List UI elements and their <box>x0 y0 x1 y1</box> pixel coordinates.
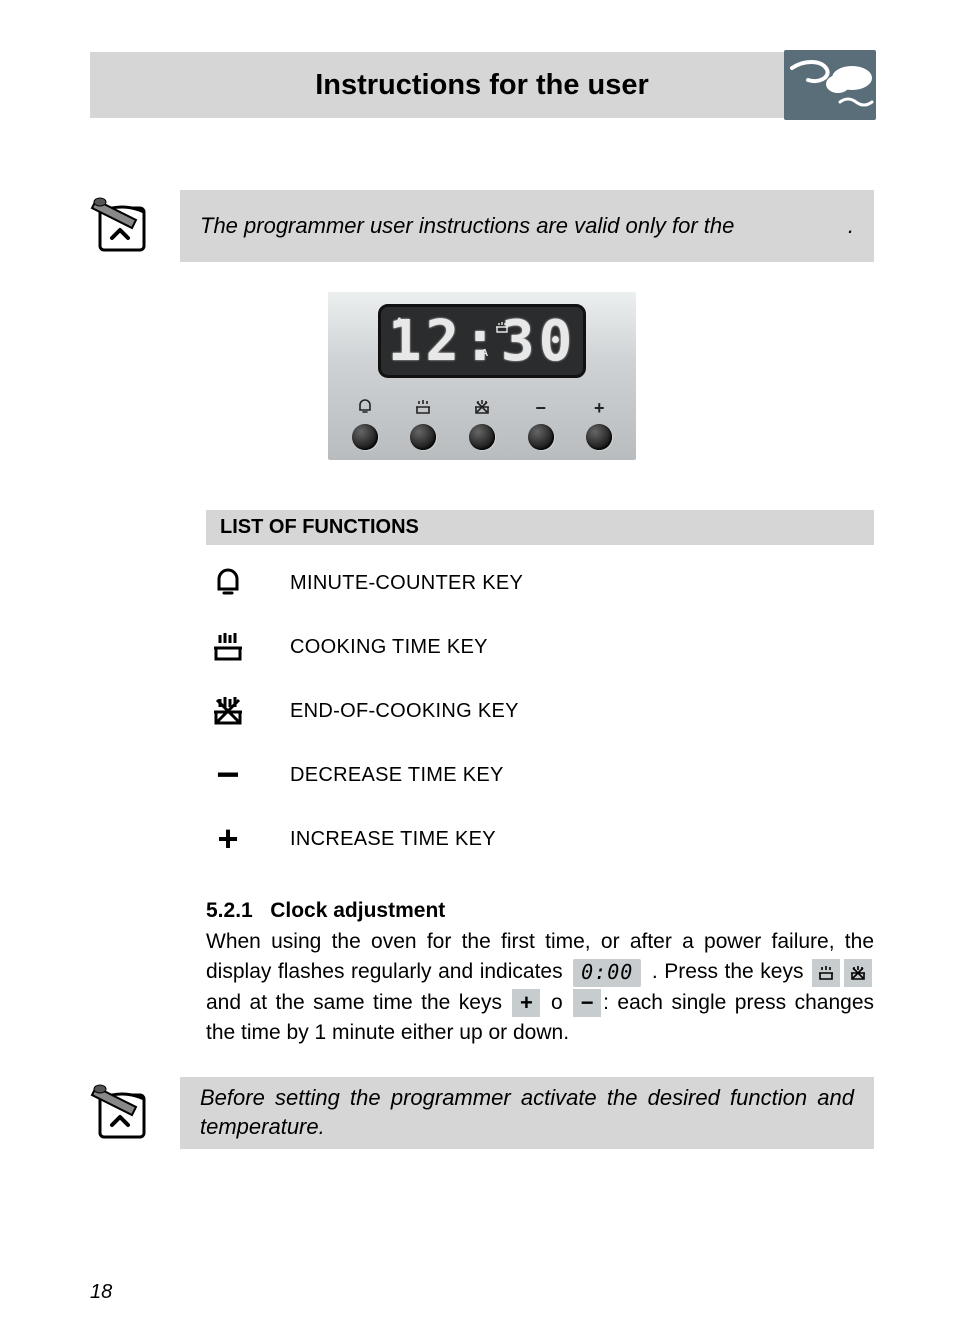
pot-icon <box>812 959 840 987</box>
note-icon <box>90 190 162 262</box>
decrease-button: − <box>519 398 563 450</box>
function-decrease-time: − DECREASE TIME KEY <box>206 755 874 795</box>
function-label: MINUTE-COUNTER KEY <box>290 572 523 595</box>
function-label: INCREASE TIME KEY <box>290 828 496 851</box>
display-chip-000: 0:00 <box>573 959 641 987</box>
lcd-time: 12:30 <box>388 309 577 374</box>
minus-icon: − <box>206 755 250 795</box>
note-trailing-period: . <box>848 212 854 241</box>
note-text: Before setting the programmer activate t… <box>200 1084 854 1141</box>
note-band: Before setting the programmer activate t… <box>180 1077 874 1149</box>
cooking-time-button <box>401 398 445 450</box>
bell-icon <box>206 563 250 603</box>
end-of-cooking-button <box>460 398 504 450</box>
functions-list: MINUTE-COUNTER KEY COOKING TIME KEY END-… <box>206 563 874 859</box>
pot-icon <box>401 398 445 418</box>
header-band: Instructions for the user <box>90 52 874 118</box>
text: and at the same time the keys <box>206 991 502 1014</box>
minus-icon: − <box>519 398 563 418</box>
function-label: COOKING TIME KEY <box>290 636 488 659</box>
pot-cross-icon <box>844 959 872 987</box>
note-text: The programmer user instructions are val… <box>200 212 848 241</box>
function-minute-counter: MINUTE-COUNTER KEY <box>206 563 874 603</box>
function-increase-time: + INCREASE TIME KEY <box>206 819 874 859</box>
function-cooking-time: COOKING TIME KEY <box>206 627 874 667</box>
note-band: The programmer user instructions are val… <box>180 190 874 262</box>
heading-number: 5.2.1 <box>206 899 253 922</box>
page-title: Instructions for the user <box>315 69 649 102</box>
function-end-of-cooking: END-OF-COOKING KEY <box>206 691 874 731</box>
increase-button: + <box>577 398 621 450</box>
bell-icon <box>343 398 387 418</box>
heading-text: Clock adjustment <box>270 899 445 922</box>
plus-icon: + <box>577 398 621 418</box>
clock-adjustment-heading: 5.2.1 Clock adjustment <box>206 899 874 923</box>
pot-cross-icon <box>206 691 250 731</box>
page-number: 18 <box>90 1281 112 1304</box>
lcd-pot-icon <box>495 321 509 336</box>
pot-cross-icon <box>460 398 504 418</box>
note-icon <box>90 1077 162 1149</box>
text: . Press the keys <box>652 960 804 983</box>
function-label: DECREASE TIME KEY <box>290 764 504 787</box>
plus-icon: + <box>206 819 250 859</box>
clock-adjustment-paragraph: When using the oven for the first time, … <box>206 927 874 1049</box>
connector-o: o <box>551 991 563 1014</box>
minute-counter-button <box>343 398 387 450</box>
brand-logo <box>784 50 876 120</box>
programmer-panel-image: A 12:30 A <box>328 292 636 460</box>
list-of-functions-title: LIST OF FUNCTIONS <box>220 516 419 539</box>
plus-icon: + <box>512 989 540 1017</box>
lcd-sub-indicator: A <box>481 348 488 359</box>
lcd-indicator-A: A <box>395 315 404 329</box>
note-before-setting: Before setting the programmer activate t… <box>90 1077 874 1149</box>
note-programmer-validity: The programmer user instructions are val… <box>90 190 874 262</box>
function-label: END-OF-COOKING KEY <box>290 700 519 723</box>
minus-icon: − <box>573 989 601 1017</box>
list-of-functions-heading: LIST OF FUNCTIONS <box>206 510 874 545</box>
pot-icon <box>206 627 250 667</box>
programmer-lcd: A 12:30 A <box>378 304 586 378</box>
